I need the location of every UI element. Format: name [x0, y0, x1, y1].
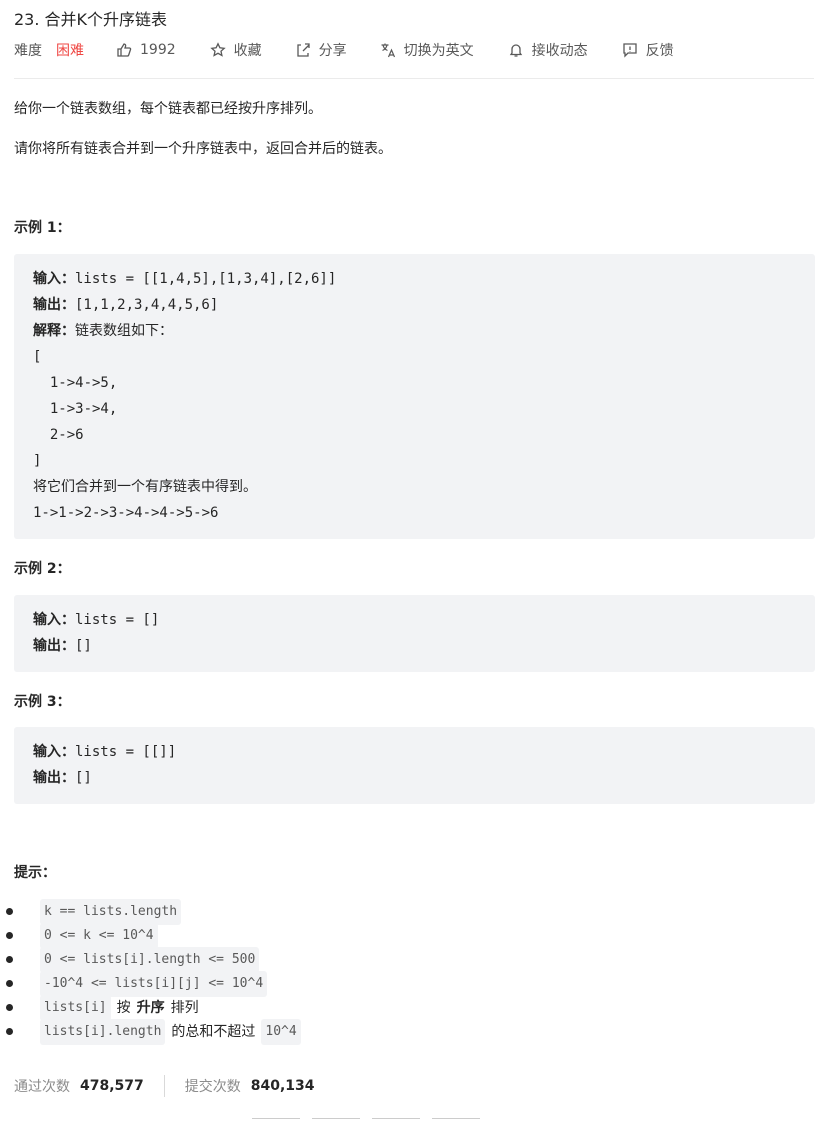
submitted-value: 840,134 [250, 1078, 315, 1094]
bullet [6, 932, 13, 939]
example-1-result: 1->1->2->3->4->4->5->6 [33, 505, 219, 521]
hint-item: -10^4 <= lists[i][j] <= 10^4 [6, 971, 301, 997]
example-1-input: lists = [[1,4,5],[1,3,4],[2,6]] [75, 271, 337, 287]
example-2-output: [] [75, 638, 92, 654]
bottom-tab-strip [252, 1118, 492, 1122]
bullet [6, 980, 13, 987]
hint-text: 按 [116, 1000, 131, 1016]
example-1-block: 输入：lists = [[1,4,5],[1,3,4],[2,6]] 输出：[1… [14, 254, 815, 539]
example-1-line: 2->6 [33, 427, 84, 443]
bell-icon [508, 42, 524, 58]
hint-item: k == lists.length [6, 899, 301, 925]
divider [14, 78, 814, 79]
accepted-value: 478,577 [80, 1078, 144, 1094]
hint-code: -10^4 <= lists[i][j] <= 10^4 [40, 971, 268, 997]
example-2-heading: 示例 2： [14, 561, 71, 577]
notify-label: 接收动态 [531, 43, 588, 59]
example-2-input: lists = [] [75, 612, 160, 628]
hints-list: k == lists.length 0 <= k <= 10^4 0 <= li… [6, 899, 301, 1045]
example-1-explanation: 链表数组如下： [75, 323, 173, 339]
difficulty-badge: 困难 [56, 43, 84, 59]
hint-code: lists[i].length [40, 1019, 166, 1045]
feedback-icon [622, 42, 638, 58]
like-count: 1992 [140, 42, 176, 58]
example-1-heading: 示例 1： [14, 220, 71, 236]
hint-item: lists[i].length 的总和不超过 10^4 [6, 1019, 301, 1045]
example-1-line: 1->3->4, [33, 401, 118, 417]
problem-meta-bar: 难度 困难 1992 收藏 分享 切换为英文 接收动态 反馈 [14, 40, 674, 60]
bullet [6, 956, 13, 963]
hint-code: 0 <= lists[i].length <= 500 [40, 947, 260, 973]
bottom-tab[interactable] [372, 1118, 420, 1122]
like-button[interactable]: 1992 [116, 42, 176, 58]
hint-code: 0 <= k <= 10^4 [40, 923, 158, 949]
bullet [6, 1028, 13, 1035]
share-button[interactable]: 分享 [295, 40, 347, 60]
bottom-tab[interactable] [432, 1118, 480, 1122]
hint-text: 的总和不超过 [171, 1024, 256, 1040]
description-paragraph-2: 请你将所有链表合并到一个升序链表中，返回合并后的链表。 [14, 141, 392, 157]
stats-divider [163, 1075, 165, 1097]
output-label: 输出： [33, 770, 75, 786]
hint-text: 排列 [170, 1000, 199, 1016]
bullet [6, 908, 13, 915]
input-label: 输入： [33, 612, 75, 628]
bottom-tab[interactable] [312, 1118, 360, 1122]
example-2-block: 输入：lists = [] 输出：[] [14, 595, 815, 672]
share-icon [295, 42, 311, 58]
example-3-output: [] [75, 770, 92, 786]
favorite-button[interactable]: 收藏 [209, 40, 262, 60]
translate-label: 切换为英文 [403, 43, 474, 59]
feedback-label: 反馈 [645, 43, 674, 59]
example-1-line: 1->4->5, [33, 375, 118, 391]
example-3-heading: 示例 3： [14, 694, 71, 710]
example-1-output: [1,1,2,3,4,4,5,6] [75, 297, 219, 313]
example-3-input: lists = [[]] [75, 744, 177, 760]
hints-heading: 提示： [14, 865, 56, 881]
favorite-label: 收藏 [233, 43, 262, 59]
output-label: 输出： [33, 638, 75, 654]
hint-item: 0 <= k <= 10^4 [6, 923, 301, 949]
output-label: 输出： [33, 297, 75, 313]
example-1-line: ] [33, 453, 42, 469]
hint-item: lists[i] 按升序 排列 [6, 995, 301, 1021]
input-label: 输入： [33, 744, 75, 760]
notify-button[interactable]: 接收动态 [508, 40, 588, 60]
accepted-label: 通过次数 [14, 1079, 70, 1095]
bullet [6, 1004, 13, 1011]
translate-button[interactable]: 切换为英文 [380, 40, 474, 60]
example-1-note: 将它们合并到一个有序链表中得到。 [33, 479, 257, 495]
submitted-label: 提交次数 [184, 1079, 241, 1095]
problem-title: 23. 合并K个升序链表 [14, 10, 168, 29]
difficulty-label: 难度 [14, 43, 42, 59]
star-icon [209, 42, 226, 58]
share-label: 分享 [318, 43, 347, 59]
example-3-block: 输入：lists = [[]] 输出：[] [14, 727, 815, 804]
hint-item: 0 <= lists[i].length <= 500 [6, 947, 301, 973]
hint-code: lists[i] [40, 995, 111, 1021]
explanation-label: 解释： [33, 323, 75, 339]
thumbs-up-icon [116, 42, 132, 58]
feedback-button[interactable]: 反馈 [622, 40, 674, 60]
bottom-tab[interactable] [252, 1118, 300, 1122]
input-label: 输入： [33, 271, 75, 287]
hint-code: 10^4 [261, 1019, 301, 1045]
hint-strong: 升序 [136, 1000, 165, 1016]
submission-stats: 通过次数 478,577 提交次数 840,134 [14, 1075, 315, 1097]
translate-icon [380, 42, 396, 58]
hint-code: k == lists.length [40, 899, 182, 925]
example-1-line: [ [33, 349, 42, 365]
description-paragraph-1: 给你一个链表数组，每个链表都已经按升序排列。 [14, 101, 322, 117]
